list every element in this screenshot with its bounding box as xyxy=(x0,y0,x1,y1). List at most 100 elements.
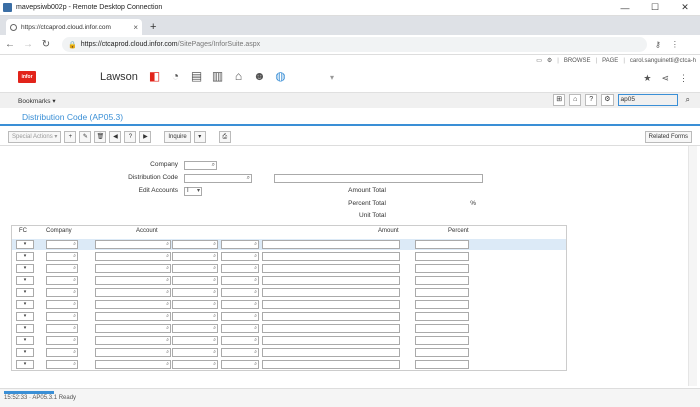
activity-cell[interactable]: ⌕ xyxy=(221,324,259,333)
lookup-icon[interactable]: ⌕ xyxy=(213,241,216,247)
chevron-down-icon[interactable]: ▾ xyxy=(330,73,334,82)
lookup-icon[interactable]: ⌕ xyxy=(213,301,216,307)
lookup-icon[interactable]: ⌕ xyxy=(166,265,169,271)
special-actions-button[interactable]: Special Actions ▾ xyxy=(8,130,62,143)
fc-select[interactable]: ▾ xyxy=(16,312,34,321)
account-cell[interactable]: ⌕ xyxy=(95,336,171,345)
menu-dots-icon[interactable]: ⋮ xyxy=(671,40,679,49)
help-icon[interactable]: ? xyxy=(585,94,598,106)
company-field[interactable]: ⌕ xyxy=(184,161,217,170)
edit-accounts-select[interactable]: I ▾ xyxy=(184,187,202,196)
lookup-icon[interactable]: ⌕ xyxy=(73,241,76,247)
lookup-icon[interactable]: ⌕ xyxy=(254,301,257,307)
company-cell[interactable]: ⌕ xyxy=(46,240,78,249)
app-tiles-icon[interactable]: ◧ xyxy=(147,69,162,84)
amount-cell[interactable] xyxy=(262,240,400,249)
lookup-icon[interactable]: ⌕ xyxy=(166,349,169,355)
previous-icon[interactable]: ◀ xyxy=(109,130,122,143)
settings-icon[interactable]: ⚙ xyxy=(601,94,614,106)
lookup-icon[interactable]: ⌕ xyxy=(254,277,257,283)
bank-icon[interactable]: ⌂ xyxy=(231,69,246,84)
lookup-icon[interactable]: ⌕ xyxy=(73,325,76,331)
account-cell[interactable]: ⌕ xyxy=(95,348,171,357)
activity-cell[interactable]: ⌕ xyxy=(221,252,259,261)
sub-account-cell[interactable]: ⌕ xyxy=(172,276,218,285)
new-tab-button[interactable]: + xyxy=(150,21,156,33)
fc-select[interactable]: ▾ xyxy=(16,324,34,333)
amount-cell[interactable] xyxy=(262,348,400,357)
lookup-icon[interactable]: ⌕ xyxy=(166,301,169,307)
sub-account-cell[interactable]: ⌕ xyxy=(172,348,218,357)
company-cell[interactable]: ⌕ xyxy=(46,288,78,297)
account-cell[interactable]: ⌕ xyxy=(95,324,171,333)
inquire-button[interactable]: Inquire xyxy=(164,130,191,143)
star-icon[interactable]: ★ xyxy=(643,73,651,84)
amount-cell[interactable] xyxy=(262,252,400,261)
company-cell[interactable]: ⌕ xyxy=(46,252,78,261)
lookup-icon[interactable]: ⌕ xyxy=(213,289,216,295)
add-icon[interactable]: + xyxy=(64,130,77,143)
tab-close-icon[interactable]: × xyxy=(133,23,138,32)
percent-cell[interactable] xyxy=(415,276,469,285)
fc-select[interactable]: ▾ xyxy=(16,348,34,357)
percent-cell[interactable] xyxy=(415,360,469,369)
lookup-icon[interactable]: ⌕ xyxy=(254,289,257,295)
percent-cell[interactable] xyxy=(415,240,469,249)
company-cell[interactable]: ⌕ xyxy=(46,336,78,345)
fc-select[interactable]: ▾ xyxy=(16,264,34,273)
activity-cell[interactable]: ⌕ xyxy=(221,360,259,369)
minimize-button[interactable]: — xyxy=(610,3,640,13)
key-icon[interactable]: ⚷ xyxy=(655,40,661,49)
percent-cell[interactable] xyxy=(415,348,469,357)
lookup-icon[interactable]: ⌕ xyxy=(73,289,76,295)
lookup-icon[interactable]: ⌕ xyxy=(254,313,257,319)
related-forms-button[interactable]: Related Forms xyxy=(644,131,692,143)
lookup-icon[interactable]: ⌕ xyxy=(254,265,257,271)
company-cell[interactable]: ⌕ xyxy=(46,348,78,357)
user-name[interactable]: carol.sanguinetti@ctca-h xyxy=(630,58,696,64)
account-cell[interactable]: ⌕ xyxy=(95,240,171,249)
sub-account-cell[interactable]: ⌕ xyxy=(172,288,218,297)
gear-icon[interactable]: ⚙ xyxy=(547,57,552,64)
fc-select[interactable]: ▾ xyxy=(16,288,34,297)
search-icon[interactable]: ⌕ xyxy=(686,95,690,105)
percent-cell[interactable] xyxy=(415,336,469,345)
account-cell[interactable]: ⌕ xyxy=(95,312,171,321)
lookup-icon[interactable]: ⌕ xyxy=(166,277,169,283)
lookup-icon[interactable]: ⌕ xyxy=(213,313,216,319)
company-cell[interactable]: ⌕ xyxy=(46,264,78,273)
lookup-icon[interactable]: ⌕ xyxy=(166,289,169,295)
fc-select[interactable]: ▾ xyxy=(16,276,34,285)
calculator-icon[interactable]: ▤ xyxy=(189,69,204,84)
fc-select[interactable]: ▾ xyxy=(16,240,34,249)
close-window-button[interactable]: ✕ xyxy=(670,2,700,13)
activity-cell[interactable]: ⌕ xyxy=(221,288,259,297)
activity-cell[interactable]: ⌕ xyxy=(221,276,259,285)
lookup-icon[interactable]: ⌕ xyxy=(73,313,76,319)
sub-account-cell[interactable]: ⌕ xyxy=(172,360,218,369)
lookup-icon[interactable]: ⌕ xyxy=(254,361,257,367)
inquire-dropdown-icon[interactable]: ▾ xyxy=(193,130,206,143)
browser-tab[interactable]: https://ctcaprod.cloud.infor.com × xyxy=(6,19,142,35)
form-search-input[interactable]: ap05 xyxy=(617,94,678,106)
percent-cell[interactable] xyxy=(415,300,469,309)
browse-link[interactable]: BROWSE xyxy=(564,58,591,64)
forward-button[interactable]: → xyxy=(20,39,36,50)
company-cell[interactable]: ⌕ xyxy=(46,312,78,321)
account-cell[interactable]: ⌕ xyxy=(95,288,171,297)
back-button[interactable]: ← xyxy=(2,39,18,50)
people-icon[interactable]: ☻ xyxy=(252,69,267,84)
lookup-icon[interactable]: ⌕ xyxy=(213,253,216,259)
globe-icon[interactable]: ◍ xyxy=(273,69,288,84)
distribution-code-field[interactable]: ⌕ xyxy=(184,174,252,183)
percent-cell[interactable] xyxy=(415,312,469,321)
account-cell[interactable]: ⌕ xyxy=(95,264,171,273)
maximize-button[interactable]: ☐ xyxy=(640,2,670,13)
account-cell[interactable]: ⌕ xyxy=(95,300,171,309)
lookup-icon[interactable]: ⌕ xyxy=(166,337,169,343)
company-cell[interactable]: ⌕ xyxy=(46,300,78,309)
account-cell[interactable]: ⌕ xyxy=(95,252,171,261)
account-cell[interactable]: ⌕ xyxy=(95,276,171,285)
activity-cell[interactable]: ⌕ xyxy=(221,348,259,357)
amount-cell[interactable] xyxy=(262,336,400,345)
